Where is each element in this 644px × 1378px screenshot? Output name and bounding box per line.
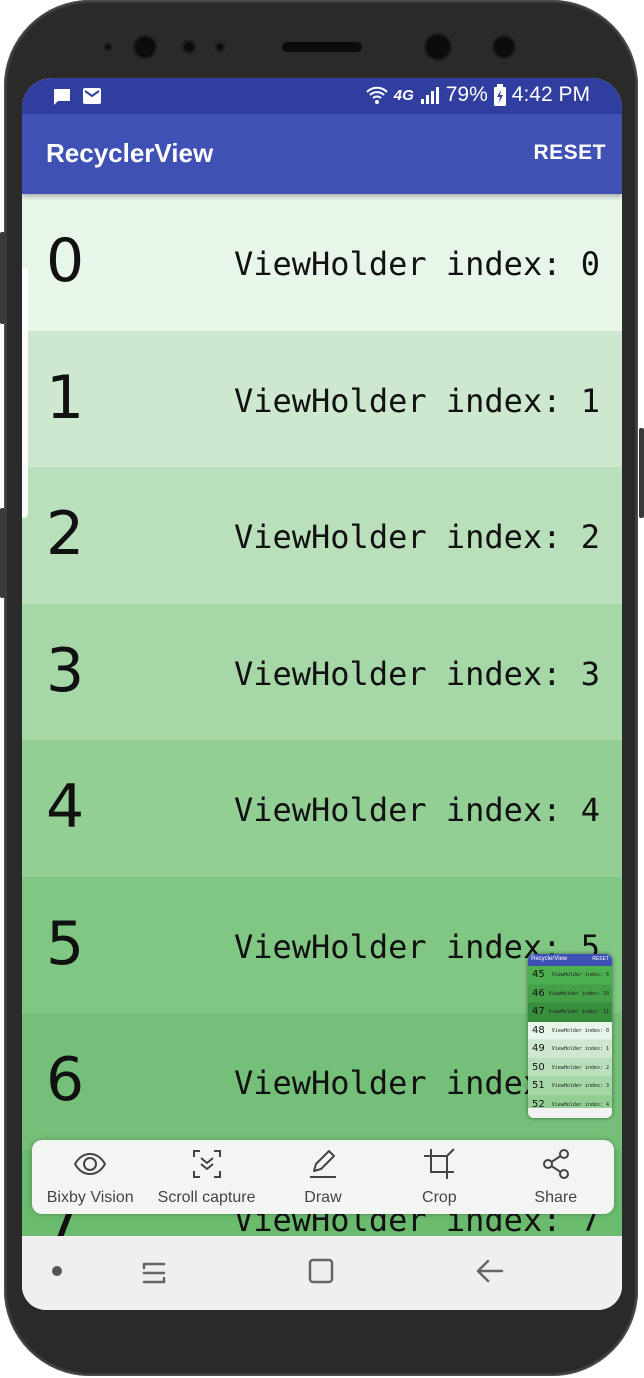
clock: 4:42 PM [511, 83, 590, 106]
thumbnail-row-number: 46 [532, 987, 545, 999]
sensor-dot [215, 42, 225, 52]
email-icon [83, 88, 101, 104]
bixby-button [0, 508, 5, 598]
earpiece-speaker [282, 42, 362, 52]
toolbar-crop-button[interactable]: Crop [382, 1147, 496, 1207]
item-label: ViewHolder index: 0 [233, 245, 600, 283]
thumbnail-row-number: 48 [532, 1024, 545, 1036]
list-item[interactable]: 0 ViewHolder index: 0 [22, 194, 622, 331]
toolbar-label: Draw [304, 1189, 342, 1206]
sensor-dot [182, 40, 196, 54]
share-icon [539, 1147, 573, 1185]
status-bar: 4G 79% 4:42 PM [22, 78, 622, 114]
home-icon[interactable] [306, 1256, 336, 1286]
pen-icon [306, 1147, 340, 1185]
thumbnail-app-bar: RecyclerView RESET [528, 954, 612, 966]
thumbnail-row-label: ViewHolder index: 3 [551, 1083, 609, 1089]
item-label: ViewHolder index: 1 [233, 381, 600, 420]
recent-apps-icon[interactable] [138, 1258, 170, 1288]
item-label: ViewHolder index: 4 [233, 791, 600, 829]
list-item[interactable]: 1 ViewHolder index: 1 [22, 330, 622, 467]
item-number: 1 [46, 362, 85, 433]
volume-button [0, 232, 5, 324]
proximity-sensor-icon [133, 35, 157, 59]
thumbnail-reset: RESET [592, 956, 609, 962]
item-label: ViewHolder index: 2 [233, 518, 600, 556]
item-label: ViewHolder index: 3 [233, 654, 600, 693]
thumbnail-row: 46 ViewHolder index: 10 [528, 984, 612, 1003]
thumbnail-row: 48 ViewHolder index: 0 [528, 1021, 612, 1040]
wifi-icon [366, 86, 388, 104]
thumbnail-rows: 45 ViewHolder index: 6 46 ViewHolder index:… [528, 966, 612, 1114]
status-right: 4G 79% 4:42 PM [366, 83, 590, 107]
toolbar-share-button[interactable]: Share [499, 1147, 613, 1207]
toolbar-label: Share [534, 1189, 578, 1206]
network-type: 4G [393, 86, 414, 104]
thumbnail-row: 47 ViewHolder index: 11 [528, 1003, 612, 1022]
thumbnail-row-label: ViewHolder index: 1 [551, 1046, 609, 1052]
list-item[interactable]: 2 ViewHolder index: 2 [22, 467, 622, 604]
toolbar-eye-button[interactable]: Bixby Vision [33, 1147, 147, 1207]
thumbnail-nav-bar [528, 1108, 612, 1118]
reset-button[interactable]: RESET [533, 141, 606, 165]
thumbnail-row-label: ViewHolder index: 10 [548, 990, 609, 997]
iris-sensor-icon [492, 35, 516, 59]
thumbnail-row: 50 ViewHolder index: 2 [528, 1058, 612, 1077]
item-number: 4 [46, 772, 85, 842]
back-icon[interactable] [474, 1256, 506, 1286]
thumbnail-row-label: ViewHolder index: 0 [551, 1027, 609, 1034]
thumbnail-row-label: ViewHolder index: 6 [551, 972, 609, 978]
item-number: 3 [46, 635, 85, 706]
thumbnail-row-number: 49 [532, 1043, 545, 1054]
screen: 4G 79% 4:42 PM RecyclerView RESET 0 ViewH… [22, 78, 622, 1310]
thumbnail-row-number: 45 [532, 969, 545, 980]
app-bar: RecyclerView RESET [22, 114, 622, 194]
toolbar-scroll-capture-button[interactable]: Scroll capture [150, 1147, 264, 1207]
list-item[interactable]: 4 ViewHolder index: 4 [22, 740, 622, 877]
item-number: 6 [46, 1045, 85, 1115]
item-number: 0 [46, 226, 85, 296]
thumbnail-row: 45 ViewHolder index: 6 [528, 966, 612, 985]
sensor-dot [104, 43, 112, 51]
screenshot-thumbnail[interactable]: RecyclerView RESET 45 ViewHolder index: 6… [528, 954, 612, 1118]
battery-charging-icon [493, 84, 506, 106]
toolbar-pen-button[interactable]: Draw [266, 1147, 380, 1207]
nav-dot-button[interactable] [52, 1266, 62, 1276]
eye-icon [73, 1147, 107, 1185]
thumbnail-row-label: ViewHolder index: 2 [551, 1064, 609, 1071]
thumbnail-row: 49 ViewHolder index: 1 [528, 1040, 612, 1059]
thumbnail-row-number: 51 [532, 1080, 545, 1091]
thumbnail-row-label: ViewHolder index: 4 [551, 1101, 609, 1108]
edge-panel-handle[interactable] [22, 268, 28, 518]
thumbnail-row-number: 50 [532, 1061, 545, 1073]
toolbar-label: Bixby Vision [46, 1189, 134, 1206]
thumbnail-row-number: 47 [532, 1006, 545, 1017]
front-camera-icon [424, 33, 452, 61]
item-number: 5 [46, 908, 85, 979]
power-button [639, 428, 644, 518]
crop-icon [422, 1147, 456, 1185]
list-item[interactable]: 3 ViewHolder index: 3 [22, 603, 622, 740]
screenshot-toolbar: Bixby Vision Scroll capture Draw Crop Share [32, 1140, 614, 1214]
battery-percentage: 79% [445, 83, 488, 106]
app-title: RecyclerView [46, 138, 214, 168]
scroll-capture-icon [190, 1147, 224, 1185]
notification-icons [52, 87, 102, 107]
item-number: 2 [46, 499, 85, 569]
message-icon [54, 89, 70, 105]
thumbnail-row-label: ViewHolder index: 11 [548, 1009, 609, 1015]
thumbnail-title: RecyclerView [531, 956, 568, 962]
thumbnail-row: 51 ViewHolder index: 3 [528, 1077, 612, 1096]
signal-icon [420, 87, 439, 104]
navigation-bar [22, 1236, 622, 1310]
toolbar-label: Scroll capture [157, 1189, 256, 1206]
toolbar-label: Crop [422, 1189, 457, 1206]
